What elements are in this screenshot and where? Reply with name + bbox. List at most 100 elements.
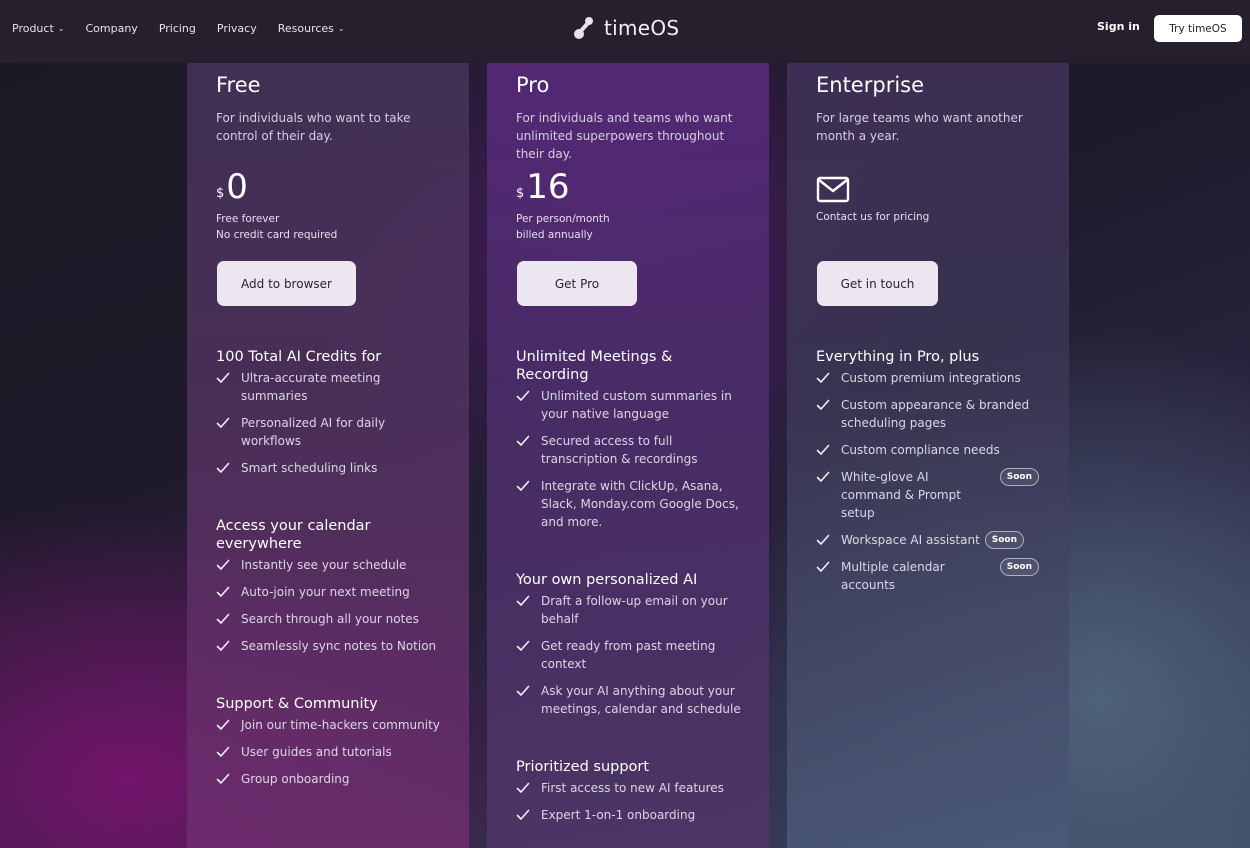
feature-text: Personalized AI for daily workflows xyxy=(241,416,386,448)
feature-item: Instantly see your schedule xyxy=(216,556,456,574)
feature-item: Draft a follow-up email on your behalf xyxy=(516,592,756,628)
feature-item: Custom appearance & branded scheduling p… xyxy=(816,396,1039,432)
soon-badge: Soon xyxy=(999,558,1039,576)
feature-sections: Unlimited Meetings & Recording Unlimited … xyxy=(516,348,756,824)
plan-description: For individuals and teams who want unlim… xyxy=(516,111,733,161)
feature-text: User guides and tutorials xyxy=(241,745,392,759)
feature-sections: Everything in Pro, plus Custom premium in… xyxy=(816,348,1039,594)
get-in-touch-button[interactable]: Get in touch xyxy=(817,261,938,306)
feature-item: Smart scheduling links xyxy=(216,459,456,477)
feature-text: First access to new AI features xyxy=(541,781,724,795)
price-amount: 0 xyxy=(226,167,248,207)
check-icon xyxy=(516,387,541,405)
price-note-line2: billed annually xyxy=(516,229,593,241)
soon-badge: Soon xyxy=(999,468,1039,486)
feature-section-title: Support & Community xyxy=(216,696,378,712)
add-to-browser-button[interactable]: Add to browser xyxy=(217,261,356,306)
check-icon xyxy=(516,477,541,495)
feature-item: Expert 1-on-1 onboarding xyxy=(516,806,756,824)
feature-section-title: 100 Total AI Credits for xyxy=(216,349,382,365)
feature-item: Unlimited custom summaries in your nativ… xyxy=(516,387,756,423)
get-pro-button[interactable]: Get Pro xyxy=(517,261,637,306)
feature-text: Custom appearance & branded scheduling p… xyxy=(841,398,1030,430)
feature-section-title: Your own personalized AI xyxy=(516,572,698,588)
price-currency: $ xyxy=(516,186,525,201)
try-timeos-button[interactable]: Try timeOS xyxy=(1154,15,1242,42)
price-amount: 16 xyxy=(526,167,570,207)
logo[interactable]: timeOS xyxy=(572,14,679,42)
price-note-line1: Per person/month xyxy=(516,213,610,225)
feature-section-title: Prioritized support xyxy=(516,759,650,775)
feature-text: White-glove AI command & Prompt setup xyxy=(841,470,961,520)
plan-price: $ 16 xyxy=(516,168,570,206)
plan-card-pro: Pro For individuals and teams who want u… xyxy=(487,63,769,848)
nav-product[interactable]: Product ⌄ xyxy=(12,22,64,35)
check-icon xyxy=(216,583,241,601)
feature-item: Workspace AI assistant Soon xyxy=(816,531,1039,549)
plan-card-free: Free For individuals who want to take co… xyxy=(187,63,469,848)
nav-company-label: Company xyxy=(85,21,138,35)
price-note: Per person/month billed annually xyxy=(516,211,610,243)
feature-item: First access to new AI features xyxy=(516,779,756,797)
nav-privacy[interactable]: Privacy xyxy=(217,22,257,35)
nav-resources[interactable]: Resources ⌄ xyxy=(278,22,345,35)
plan-name: Enterprise xyxy=(816,73,925,97)
check-icon xyxy=(216,459,241,477)
check-icon xyxy=(816,441,841,459)
check-icon xyxy=(816,558,841,576)
feature-item: Join our time-hackers community xyxy=(216,716,456,734)
check-icon xyxy=(516,682,541,700)
feature-text: Get ready from past meeting context xyxy=(541,639,716,671)
feature-item: Custom compliance needs xyxy=(816,441,1039,459)
feature-text: Auto-join your next meeting xyxy=(241,585,410,599)
price-currency: $ xyxy=(216,186,225,201)
nav-resources-label: Resources xyxy=(277,21,334,35)
feature-text: Ultra-accurate meeting summaries xyxy=(241,371,381,403)
check-icon xyxy=(816,396,841,414)
feature-item: Get ready from past meeting context xyxy=(516,637,756,673)
plan-description: For individuals who want to take control… xyxy=(216,111,411,143)
mail-icon xyxy=(816,176,850,203)
feature-text: Group onboarding xyxy=(241,772,350,786)
feature-item: Seamlessly sync notes to Notion xyxy=(216,637,456,655)
plan-card-enterprise: Enterprise For large teams who want anot… xyxy=(787,63,1069,848)
chevron-down-icon: ⌄ xyxy=(337,23,345,33)
feature-item: White-glove AI command & Prompt setup Soo… xyxy=(816,468,1039,522)
feature-item: Secured access to full transcription & r… xyxy=(516,432,756,468)
nav-pricing[interactable]: Pricing xyxy=(159,22,196,35)
feature-item: Group onboarding xyxy=(216,770,456,788)
feature-text: Smart scheduling links xyxy=(241,461,378,475)
check-icon xyxy=(216,637,241,655)
feature-section-title: Access your calendar everywhere xyxy=(216,518,371,552)
nav-product-label: Product xyxy=(12,21,54,35)
price-note-line1: Free forever xyxy=(216,213,280,225)
check-icon xyxy=(516,637,541,655)
feature-item: Integrate with ClickUp, Asana, Slack, Mo… xyxy=(516,477,756,531)
feature-section-title: Unlimited Meetings & Recording xyxy=(516,349,673,383)
check-icon xyxy=(516,592,541,610)
feature-item: Multiple calendar accounts Soon xyxy=(816,558,1039,594)
check-icon xyxy=(816,468,841,486)
check-icon xyxy=(216,414,241,432)
feature-text: Ask your AI anything about your meetings… xyxy=(541,684,741,716)
feature-text: Instantly see your schedule xyxy=(241,558,407,572)
check-icon xyxy=(216,770,241,788)
check-icon xyxy=(816,531,841,549)
price-note-line1: Contact us for pricing xyxy=(816,211,930,223)
price-note-line2: No credit card required xyxy=(216,229,338,241)
feature-section-title: Everything in Pro, plus xyxy=(816,349,980,365)
feature-text: Secured access to full transcription & r… xyxy=(541,434,698,466)
soon-badge: Soon xyxy=(984,531,1024,549)
feature-text: Unlimited custom summaries in your nativ… xyxy=(541,389,732,421)
feature-text: Custom compliance needs xyxy=(841,443,1000,457)
sign-in-link[interactable]: Sign in xyxy=(1097,20,1140,33)
check-icon xyxy=(216,743,241,761)
logo-icon xyxy=(574,17,593,39)
feature-sections: 100 Total AI Credits for Ultra-accurate m… xyxy=(216,348,456,788)
feature-item: Personalized AI for daily workflows xyxy=(216,414,456,450)
nav-company[interactable]: Company xyxy=(85,22,137,35)
feature-text: Integrate with ClickUp, Asana, Slack, Mo… xyxy=(541,479,739,529)
feature-item: Auto-join your next meeting xyxy=(216,583,456,601)
